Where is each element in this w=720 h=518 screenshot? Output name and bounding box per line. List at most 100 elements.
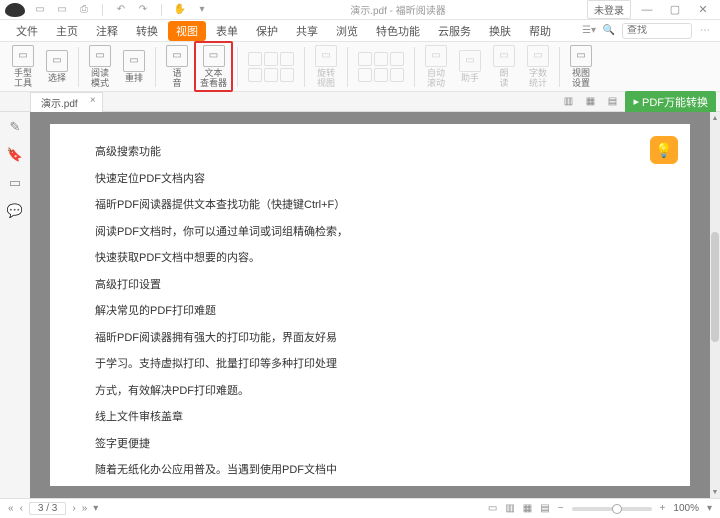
page-dropdown-icon[interactable]: ▾ bbox=[93, 503, 98, 514]
ribbon-字数统计: ▭字数 统计 bbox=[521, 43, 555, 91]
view-mode-3-icon[interactable]: ▦ bbox=[523, 503, 532, 514]
last-page-button[interactable]: » bbox=[82, 503, 88, 514]
view-mode-2-icon[interactable]: ▥ bbox=[505, 503, 514, 514]
pdf-convert-button[interactable]: ▸ PDF万能转换 bbox=[625, 91, 716, 113]
ribbon-视图设置[interactable]: ▭视图 设置 bbox=[564, 43, 598, 91]
search-icon: 🔍 bbox=[602, 24, 616, 38]
doc-line: 阅读PDF文档时，你可以通过单词或词组精确检索， bbox=[95, 224, 645, 241]
menu-主页[interactable]: 主页 bbox=[48, 21, 86, 41]
menu-共享[interactable]: 共享 bbox=[288, 21, 326, 41]
tab-label: 演示.pdf bbox=[41, 99, 78, 110]
ribbon-旋转视图: ▭ 旋转 视图 bbox=[309, 43, 343, 91]
menu-云服务[interactable]: 云服务 bbox=[430, 21, 479, 41]
first-page-button[interactable]: « bbox=[8, 503, 14, 514]
layout-icon-2[interactable]: ▦ bbox=[581, 94, 599, 110]
window-title: 演示.pdf - 福昕阅读器 bbox=[209, 2, 587, 17]
doc-line: 福昕PDF阅读器拥有强大的打印功能，界面友好易 bbox=[95, 330, 645, 347]
ribbon-label: 朗 读 bbox=[500, 69, 509, 89]
ribbon-view-grid bbox=[242, 50, 300, 84]
menu-视图[interactable]: 视图 bbox=[168, 21, 206, 41]
sidebar-comment-icon[interactable]: 💬 bbox=[6, 202, 24, 220]
view-mode-4-icon[interactable]: ▤ bbox=[540, 503, 549, 514]
qat-hand-icon[interactable]: ✋ bbox=[173, 3, 187, 17]
sidebar-bookmark-icon[interactable]: 🔖 bbox=[6, 146, 24, 164]
doc-line: 快速获取PDF文档中想要的内容。 bbox=[95, 250, 645, 267]
qat-open-icon[interactable]: ▭ bbox=[33, 3, 47, 17]
ribbon-label: 阅读 模式 bbox=[91, 69, 109, 89]
maximize-button[interactable]: ▢ bbox=[663, 2, 687, 18]
ribbon-自动滚动: ▭ 自动 滚动 bbox=[419, 43, 453, 91]
menu-表单[interactable]: 表单 bbox=[208, 21, 246, 41]
qat-print-icon[interactable]: ⎙ bbox=[77, 3, 91, 17]
scroll-down-icon[interactable]: ▼ bbox=[711, 488, 719, 496]
ribbon-label: 助手 bbox=[461, 74, 479, 84]
menu-浏览[interactable]: 浏览 bbox=[328, 21, 366, 41]
ribbon-重排[interactable]: ▭重排 bbox=[117, 48, 151, 86]
convert-icon: ▸ bbox=[633, 95, 639, 108]
sidebar-pages-icon[interactable]: ▭ bbox=[6, 174, 24, 192]
ribbon-icon: ▭ bbox=[425, 45, 447, 67]
zoom-slider[interactable] bbox=[572, 507, 652, 511]
ribbon-icon: ▭ bbox=[166, 45, 188, 67]
menu-特色功能[interactable]: 特色功能 bbox=[368, 21, 428, 41]
menu-more-icon[interactable]: ⋯ bbox=[698, 24, 712, 38]
menu-文件[interactable]: 文件 bbox=[8, 21, 46, 41]
layout-icon-1[interactable]: ▥ bbox=[559, 94, 577, 110]
ribbon-文本查看器[interactable]: ▭文本 查看器 bbox=[194, 41, 233, 93]
page-indicator[interactable]: 3 / 3 bbox=[29, 502, 66, 515]
doc-line: 于学习。支持虚拟打印、批量打印等多种打印处理 bbox=[95, 356, 645, 373]
view-mode-1-icon[interactable]: ▭ bbox=[488, 503, 497, 514]
search-box[interactable] bbox=[622, 23, 692, 39]
ribbon-label: 旋转 视图 bbox=[317, 69, 335, 89]
ribbon-label: 自动 滚动 bbox=[427, 69, 445, 89]
menu-extra-icon[interactable]: ☰▾ bbox=[582, 24, 596, 38]
ribbon-icon: ▭ bbox=[46, 50, 68, 72]
ribbon-label: 视图 设置 bbox=[572, 69, 590, 89]
zoom-in-button[interactable]: + bbox=[660, 503, 666, 514]
qat-undo-icon[interactable]: ↶ bbox=[114, 3, 128, 17]
menu-帮助[interactable]: 帮助 bbox=[521, 21, 559, 41]
tab-close-icon[interactable]: × bbox=[90, 95, 96, 106]
prev-page-button[interactable]: ‹ bbox=[20, 503, 23, 514]
ribbon-语音[interactable]: ▭语 音 bbox=[160, 43, 194, 91]
ribbon-手型工具[interactable]: ▭手型 工具 bbox=[6, 43, 40, 91]
zoom-out-button[interactable]: − bbox=[558, 503, 564, 514]
hint-bulb-icon[interactable]: 💡 bbox=[650, 136, 678, 164]
doc-line: 高级搜索功能 bbox=[95, 144, 645, 161]
qat-save-icon[interactable]: ▭ bbox=[55, 3, 69, 17]
ribbon-label: 文本 查看器 bbox=[200, 69, 227, 89]
scroll-up-icon[interactable]: ▲ bbox=[711, 114, 719, 122]
zoom-thumb[interactable] bbox=[612, 504, 622, 514]
zoom-dropdown-icon[interactable]: ▾ bbox=[707, 503, 712, 514]
ribbon-label: 字数 统计 bbox=[529, 69, 547, 89]
layout-icon-3[interactable]: ▤ bbox=[603, 94, 621, 110]
ribbon-阅读模式[interactable]: ▭ 阅读 模式 bbox=[83, 43, 117, 91]
vertical-scrollbar[interactable]: ▲ ▼ bbox=[710, 112, 720, 498]
ribbon-icon: ▭ bbox=[459, 50, 481, 72]
qat-redo-icon[interactable]: ↷ bbox=[136, 3, 150, 17]
ribbon-朗读: ▭ 朗 读 bbox=[487, 43, 521, 91]
ribbon-选择[interactable]: ▭选择 bbox=[40, 48, 74, 86]
ribbon-icon: ▭ bbox=[493, 45, 515, 67]
ribbon-icon: ▭ bbox=[89, 45, 111, 67]
ribbon-icon: ▭ bbox=[203, 45, 225, 67]
menu-注释[interactable]: 注释 bbox=[88, 21, 126, 41]
menu-保护[interactable]: 保护 bbox=[248, 21, 286, 41]
document-tab[interactable]: 演示.pdf × bbox=[30, 92, 103, 112]
convert-label: PDF万能转换 bbox=[642, 94, 708, 110]
search-input[interactable] bbox=[627, 25, 687, 36]
ribbon-icon: ▭ bbox=[315, 45, 337, 67]
scroll-thumb[interactable] bbox=[711, 232, 719, 342]
minimize-button[interactable]: — bbox=[635, 2, 659, 18]
app-logo bbox=[5, 3, 25, 17]
sidebar-edit-icon[interactable]: ✎ bbox=[6, 118, 24, 136]
login-status[interactable]: 未登录 bbox=[587, 0, 631, 19]
qat-dropdown-icon[interactable]: ▾ bbox=[195, 3, 209, 17]
close-button[interactable]: ✕ bbox=[691, 2, 715, 18]
menu-转换[interactable]: 转换 bbox=[128, 21, 166, 41]
menu-换肤[interactable]: 换肤 bbox=[481, 21, 519, 41]
next-page-button[interactable]: › bbox=[72, 503, 75, 514]
doc-line: 线上文件审核盖章 bbox=[95, 409, 645, 426]
doc-line: 福昕PDF阅读器提供文本查找功能（快捷键Ctrl+F） bbox=[95, 197, 645, 214]
ribbon-label: 手型 工具 bbox=[14, 69, 32, 89]
